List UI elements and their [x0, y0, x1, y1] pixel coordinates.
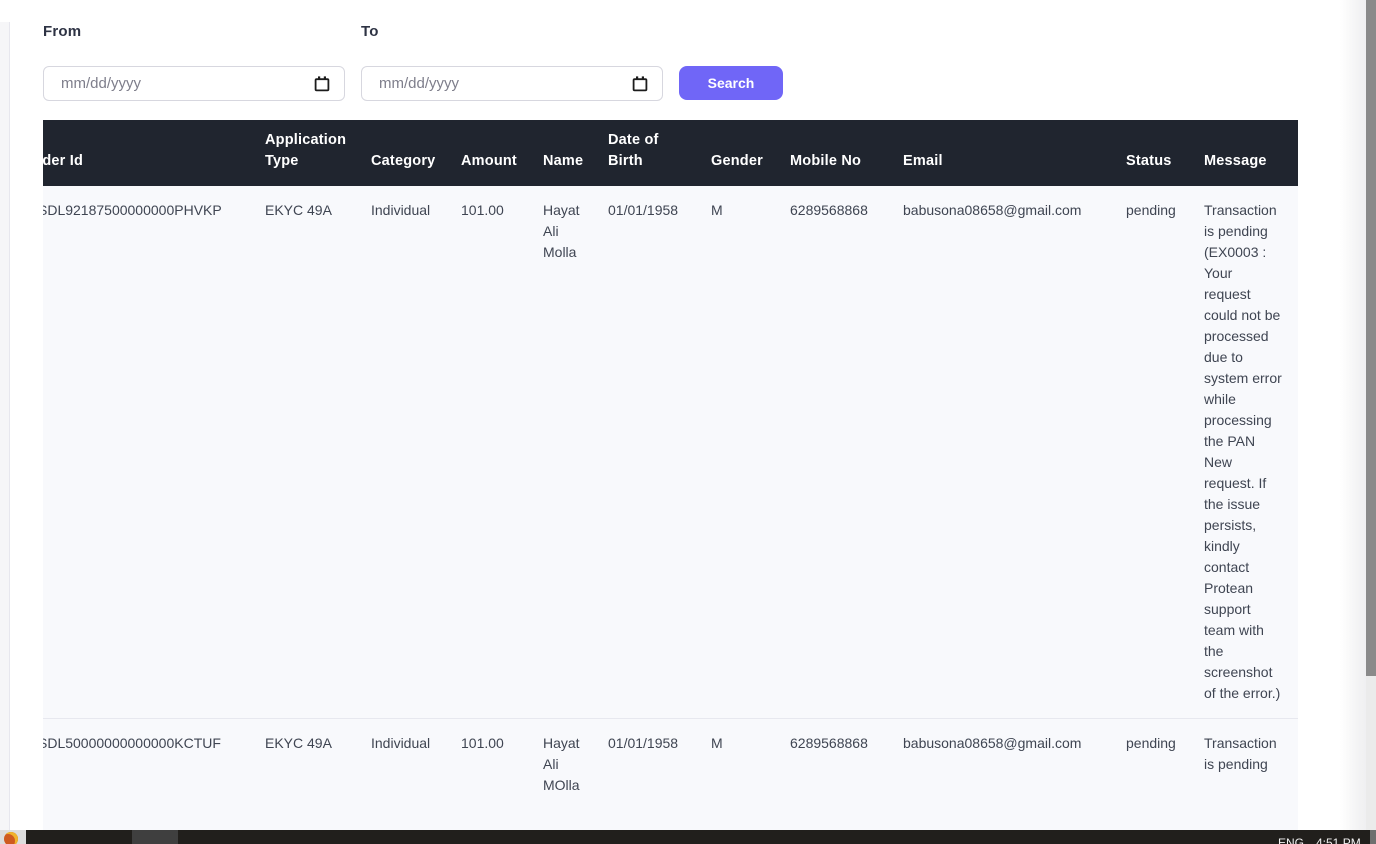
from-date-input[interactable]: mm/dd/yyyy: [43, 66, 345, 101]
cell-order-id: SDL92187500000000PHVKP: [43, 186, 249, 719]
cell-order-id: SDL50000000000000KCTUF: [43, 719, 249, 811]
page-left-margin: [0, 22, 9, 830]
column-header-email: Email: [887, 120, 1110, 186]
cell-status: pending: [1110, 186, 1188, 719]
taskbar-language-indicator[interactable]: ENG: [1278, 836, 1304, 844]
table-row: SDL92187500000000PHVKP EKYC 49A Individu…: [43, 186, 1298, 719]
cell-amount: 101.00: [445, 719, 527, 811]
vertical-scrollbar[interactable]: [1366, 0, 1376, 830]
search-button[interactable]: Search: [679, 66, 783, 100]
taskbar[interactable]: ENG 4:51 PM: [0, 830, 1376, 844]
to-date-input[interactable]: mm/dd/yyyy: [361, 66, 663, 101]
to-date-placeholder: mm/dd/yyyy: [379, 75, 459, 92]
page-edge-shadow: [1340, 0, 1366, 830]
column-header-mobile-no: Mobile No: [774, 120, 887, 186]
cell-message: Transaction is pending: [1188, 719, 1298, 811]
column-header-date-of-birth: Date of Birth: [592, 120, 695, 186]
column-header-category: Category: [355, 120, 445, 186]
cell-application-type: EKYC 49A: [249, 186, 355, 719]
cell-category: Individual: [355, 719, 445, 811]
cell-category: Individual: [355, 186, 445, 719]
cell-mobile-no: 6289568868: [774, 719, 887, 811]
cell-name: Hayat Ali MOlla: [527, 719, 592, 811]
cell-gender: M: [695, 186, 774, 719]
to-label: To: [361, 23, 379, 40]
column-header-gender: Gender: [695, 120, 774, 186]
column-header-order-id: Order Id: [43, 120, 249, 186]
from-label: From: [43, 23, 81, 40]
cell-amount: 101.00: [445, 186, 527, 719]
column-header-name: Name: [527, 120, 592, 186]
column-header-amount: Amount: [445, 120, 527, 186]
transactions-table[interactable]: Order Id Application Type Category Amoun…: [43, 120, 1298, 830]
browser-app-icon[interactable]: [4, 832, 18, 844]
taskbar-launch-area[interactable]: [0, 830, 26, 844]
taskbar-clock[interactable]: 4:51 PM: [1316, 836, 1361, 844]
cell-status: pending: [1110, 719, 1188, 811]
show-desktop-corner[interactable]: [1370, 830, 1376, 844]
column-header-status: Status: [1110, 120, 1188, 186]
cell-message: Transaction is pending (EX0003 : Your re…: [1188, 186, 1298, 719]
cell-application-type: EKYC 49A: [249, 719, 355, 811]
cell-email: babusona08658@gmail.com: [887, 719, 1110, 811]
taskbar-window-button[interactable]: [132, 830, 178, 844]
column-header-message: Message: [1188, 120, 1298, 186]
calendar-icon[interactable]: [314, 76, 330, 92]
cell-mobile-no: 6289568868: [774, 186, 887, 719]
calendar-icon[interactable]: [632, 76, 648, 92]
cell-date-of-birth: 01/01/1958: [592, 719, 695, 811]
cell-email: babusona08658@gmail.com: [887, 186, 1110, 719]
content-left-border: [9, 22, 10, 830]
table-row: SDL50000000000000KCTUF EKYC 49A Individu…: [43, 719, 1298, 811]
cell-name: Hayat Ali Molla: [527, 186, 592, 719]
table-header-row: Order Id Application Type Category Amoun…: [43, 120, 1298, 186]
column-header-application-type: Application Type: [249, 120, 355, 186]
cell-date-of-birth: 01/01/1958: [592, 186, 695, 719]
scrollbar-thumb[interactable]: [1366, 0, 1376, 676]
from-date-placeholder: mm/dd/yyyy: [61, 75, 141, 92]
cell-gender: M: [695, 719, 774, 811]
